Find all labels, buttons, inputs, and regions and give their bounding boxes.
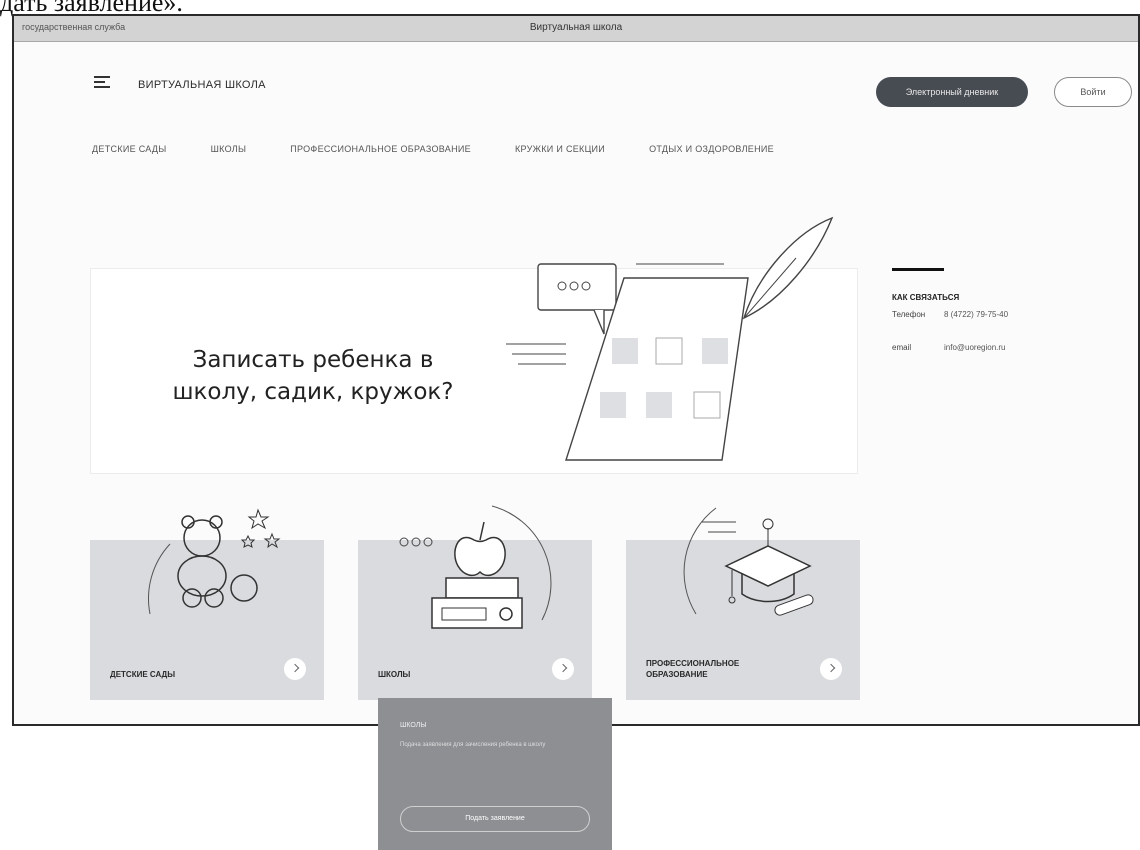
graduation-cap-icon (683, 507, 814, 616)
email-label: email (892, 343, 912, 352)
main-nav: ДЕТСКИЕ САДЫ ШКОЛЫ ПРОФЕССИОНАЛЬНОЕ ОБРА… (92, 144, 774, 154)
nav-item-recreation[interactable]: ОТДЫХ И ОЗДОРОВЛЕНИЕ (649, 144, 774, 154)
titlebar: государственная служба Виртуальная школа (14, 16, 1138, 42)
phone-label: Телефон (892, 310, 926, 319)
contacts-block: КАК СВЯЗАТЬСЯ Телефон 8 (4722) 79-75-40 … (892, 268, 1092, 376)
menu-icon[interactable] (94, 76, 110, 90)
arrow-right-icon[interactable] (284, 658, 306, 680)
hero-title: Записать ребенка в школу, садик, кружок? (172, 347, 454, 405)
card-label: ДЕТСКИЕ САДЫ (110, 670, 176, 679)
phone-value[interactable]: 8 (4722) 79-75-40 (944, 310, 1008, 319)
popup-text: Подача заявления для зачисления ребенка … (400, 742, 546, 748)
nav-item-clubs[interactable]: КРУЖКИ И СЕКЦИИ (515, 144, 605, 154)
schools-popup: ШКОЛЫ Подача заявления для зачисления ре… (378, 698, 612, 850)
site-header: ВИРТУАЛЬНАЯ ШКОЛА Электронный дневник Во… (14, 42, 1138, 112)
card-label: ПРОФЕССИОНАЛЬНОЕ ОБРАЗОВАНИЕ (646, 659, 740, 679)
contacts-heading: КАК СВЯЗАТЬСЯ (892, 293, 960, 302)
login-button[interactable]: Войти (1054, 77, 1132, 107)
email-value[interactable]: info@uoregion.ru (944, 343, 1006, 352)
arrow-right-icon[interactable] (552, 658, 574, 680)
nav-item-schools[interactable]: ШКОЛЫ (211, 144, 247, 154)
contacts-divider (892, 268, 944, 271)
teddy-bear-icon (148, 508, 281, 615)
popup-title: ШКОЛЫ (400, 722, 427, 729)
nav-item-kindergartens[interactable]: ДЕТСКИЕ САДЫ (92, 144, 167, 154)
submit-application-button[interactable]: Подать заявление (400, 806, 590, 832)
school-books-icon (399, 505, 552, 629)
nav-item-professional-education[interactable]: ПРОФЕССИОНАЛЬНОЕ ОБРАЗОВАНИЕ (290, 144, 471, 154)
diary-button[interactable]: Электронный дневник (876, 77, 1028, 107)
site-logo[interactable]: ВИРТУАЛЬНАЯ ШКОЛА (138, 79, 266, 91)
arrow-right-icon[interactable] (820, 658, 842, 680)
card-label: ШКОЛЫ (378, 670, 411, 679)
window-title: Виртуальная школа (529, 22, 623, 33)
hero-illustration (506, 216, 834, 461)
